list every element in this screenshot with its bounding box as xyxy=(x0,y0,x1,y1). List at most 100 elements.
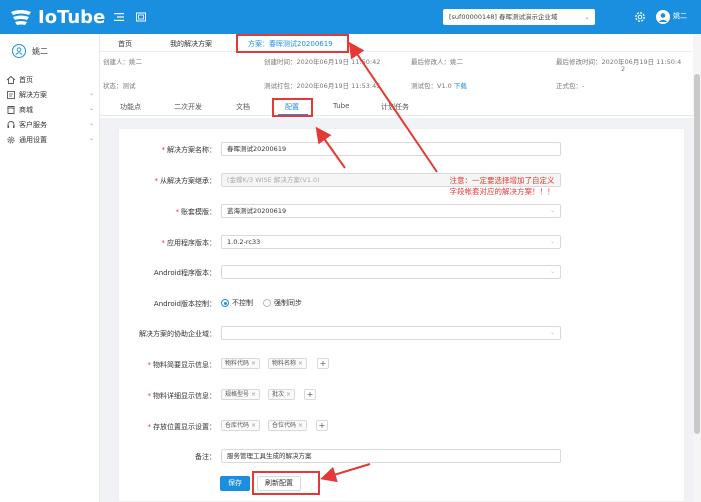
close-icon[interactable]: × xyxy=(286,391,291,398)
plus-icon: + xyxy=(306,390,314,399)
creator-info: 创建人：姚二 xyxy=(103,58,142,66)
detail-tag[interactable]: 批次 × xyxy=(268,389,296,400)
coop-domain-label: 解决方案的协助企业域： xyxy=(139,330,216,338)
top-bar: IoTube [suf00000148] 春晖测试演示企业域 ⌄ 姚二 xyxy=(0,0,701,34)
radio-checked-icon xyxy=(221,299,229,307)
user-icon xyxy=(658,13,668,22)
storage-tag[interactable]: 仓库代码 × xyxy=(221,420,261,431)
chevron-down-icon: ⌄ xyxy=(549,238,555,245)
sidebar-avatar xyxy=(12,44,26,58)
modified-time-info: 最后修改时间：2020年06月19日 11:50:4 xyxy=(556,58,682,66)
solution-name-input[interactable]: 春晖测试20200619 xyxy=(221,142,561,156)
brief-info-label: * 物料简要显示信息： xyxy=(147,361,217,369)
fullscreen-icon[interactable] xyxy=(135,11,147,23)
tab-my-solutions[interactable]: 我的解决方案 xyxy=(170,39,212,49)
tenant-value: [suf00000148] 春晖测试演示企业域 xyxy=(449,13,558,21)
sidebar-item-label: 通用设置 xyxy=(19,136,47,144)
annotation-highlight-box xyxy=(252,471,320,495)
store-icon xyxy=(7,106,15,114)
page-tabs: 首页 我的解决方案 方案：春晖测试20200619 xyxy=(100,34,693,53)
brief-tag[interactable]: 物料名称 × xyxy=(268,358,308,369)
android-version-label: Android程序版本： xyxy=(153,269,216,277)
sidebar-item-solutions[interactable]: 解决方案 ⌄ xyxy=(6,89,98,101)
test-package-info: 测试包：V1.0 下载 xyxy=(411,82,467,90)
app-logo[interactable]: IoTube xyxy=(10,6,105,28)
subtab-features[interactable]: 功能点 xyxy=(120,102,141,112)
app-version-select[interactable]: 1.0.2-rc33 ⌄ xyxy=(221,235,561,249)
sidebar-item-label: 解决方案 xyxy=(19,91,47,99)
home-icon xyxy=(6,75,16,84)
chevron-down-icon: ⌄ xyxy=(88,105,94,112)
logo-icon xyxy=(11,10,31,25)
brief-tag[interactable]: 物料代码 × xyxy=(221,358,261,369)
sidebar-user: 姚二 xyxy=(12,44,48,58)
sidebar-item-service[interactable]: 客户服务 ⌄ xyxy=(6,119,98,131)
storage-tag[interactable]: 仓位代码 × xyxy=(268,420,308,431)
close-icon[interactable]: × xyxy=(251,422,256,429)
annotation-highlight-box xyxy=(236,34,349,53)
remark-label: 备注： xyxy=(195,453,216,461)
page-scrollbar[interactable] xyxy=(693,34,701,502)
scrollbar-thumb[interactable] xyxy=(694,74,700,434)
storage-add-button[interactable]: + xyxy=(316,420,328,431)
app-version-label: * 应用程序版本： xyxy=(161,239,217,247)
sidebar: 姚二 首页 解决方案 ⌄ 商城 ⌄ 客户服务 ⌄ 通用设置 ⌄ xyxy=(0,34,100,502)
menu-toggle-icon[interactable] xyxy=(113,11,125,23)
modifier-info: 最后修改人：姚二 xyxy=(411,58,463,66)
solution-name-label: * 解决方案名称： xyxy=(161,146,217,154)
headset-icon xyxy=(7,121,15,128)
radio-force-sync[interactable]: 强制同步 xyxy=(263,298,302,308)
status-info: 状态：测试 xyxy=(103,82,136,90)
created-time-info: 创建时间：2020年06月19日 11:50:42 xyxy=(264,58,381,66)
sidebar-item-label: 商城 xyxy=(19,106,33,114)
packed-time-info: 测试打包：2020年06月19日 11:53:45 xyxy=(264,82,381,90)
detail-add-button[interactable]: + xyxy=(304,389,316,400)
storage-label: * 存放位置显示设置： xyxy=(147,423,217,431)
tenant-select[interactable]: [suf00000148] 春晖测试演示企业域 ⌄ xyxy=(443,9,595,25)
android-control-label: Android版本控制： xyxy=(153,300,216,308)
derived-solution-label: * 从解决方案继承： xyxy=(154,177,217,185)
settings-gear-icon[interactable] xyxy=(633,10,647,24)
user-icon xyxy=(15,47,23,55)
close-icon[interactable]: × xyxy=(251,360,256,367)
radio-no-control[interactable]: 不控制 xyxy=(221,298,253,308)
subtab-docs[interactable]: 文档 xyxy=(236,102,250,112)
chevron-down-icon: ⌄ xyxy=(88,120,94,127)
radio-unchecked-icon xyxy=(263,299,271,307)
gear-icon xyxy=(7,136,15,144)
sidebar-item-store[interactable]: 商城 ⌄ xyxy=(6,104,98,116)
close-icon[interactable]: × xyxy=(251,391,256,398)
coop-domain-select[interactable]: ⌄ xyxy=(221,326,561,340)
sidebar-item-label: 首页 xyxy=(19,76,33,84)
sidebar-item-settings[interactable]: 通用设置 ⌄ xyxy=(6,134,98,146)
subtab-scheduled-tasks[interactable]: 计划任务 xyxy=(381,102,409,112)
detail-tag[interactable]: 规格型号 × xyxy=(221,389,261,400)
chevron-down-icon: ⌄ xyxy=(549,329,555,336)
account-template-label: * 账套模版： xyxy=(175,208,217,216)
release-package-info: 正式包：- xyxy=(556,82,585,90)
close-icon[interactable]: × xyxy=(298,360,303,367)
detail-info-label: * 物料详细显示信息： xyxy=(147,392,217,400)
android-version-select[interactable]: ⌄ xyxy=(221,265,561,279)
sidebar-item-label: 客户服务 xyxy=(19,121,47,129)
chevron-down-icon: ⌄ xyxy=(88,90,94,97)
app-name: IoTube xyxy=(38,6,106,28)
user-avatar[interactable] xyxy=(656,10,670,24)
account-template-select[interactable]: 蓝海测试20200619 ⌄ xyxy=(221,204,561,218)
chevron-down-icon: ⌄ xyxy=(549,268,555,275)
modified-time-wrap: 2 xyxy=(621,65,626,73)
header-username[interactable]: 姚二 xyxy=(673,11,687,21)
sidebar-item-home[interactable]: 首页 xyxy=(6,74,98,86)
download-link[interactable]: 下载 xyxy=(454,82,467,90)
solution-icon xyxy=(7,91,15,99)
subtab-tube[interactable]: Tube xyxy=(333,102,349,110)
subtab-dev[interactable]: 二次开发 xyxy=(174,102,202,112)
annotation-highlight-box xyxy=(272,98,313,117)
chevron-down-icon: ⌄ xyxy=(88,135,94,142)
remark-input[interactable]: 服务管理工具生成的解决方案 xyxy=(221,449,561,463)
chevron-down-icon: ⌄ xyxy=(549,207,555,214)
close-icon[interactable]: × xyxy=(298,422,303,429)
brief-add-button[interactable]: + xyxy=(317,358,329,369)
tab-home[interactable]: 首页 xyxy=(118,39,132,49)
save-button[interactable]: 保存 xyxy=(220,476,250,491)
